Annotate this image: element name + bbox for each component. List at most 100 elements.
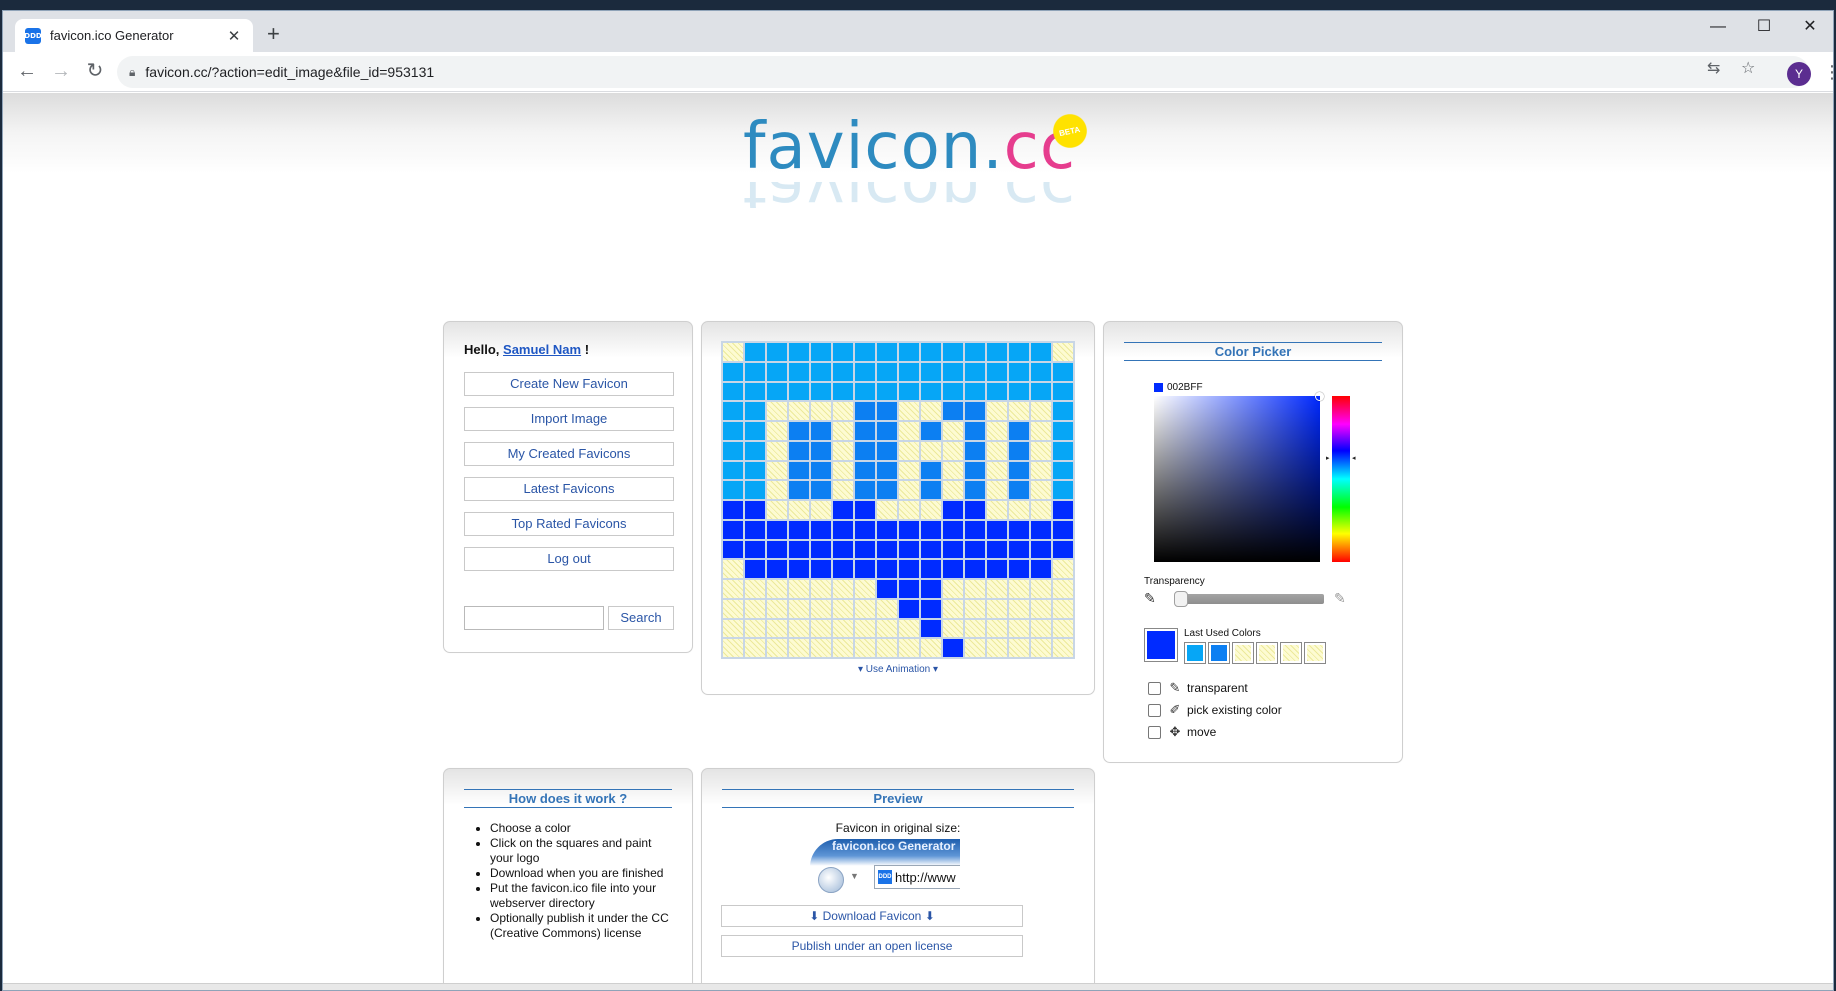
pixel-cell[interactable] — [833, 580, 853, 598]
pixel-cell[interactable] — [921, 639, 941, 657]
pixel-cell[interactable] — [899, 599, 919, 618]
pixel-cell[interactable] — [1053, 362, 1073, 381]
pixel-cell[interactable] — [855, 619, 875, 638]
pixel-cell[interactable] — [789, 343, 809, 361]
pixel-cell[interactable] — [965, 560, 985, 578]
pixel-cell[interactable] — [745, 599, 765, 618]
pixel-cell[interactable] — [767, 520, 787, 539]
pixel-cell[interactable] — [1053, 520, 1073, 539]
move-checkbox[interactable] — [1148, 725, 1161, 739]
pixel-cell[interactable] — [833, 422, 853, 440]
pixel-cell[interactable] — [723, 382, 743, 401]
pixel-cell[interactable] — [921, 461, 941, 480]
pixel-cell[interactable] — [811, 540, 831, 559]
pixel-cell[interactable] — [723, 580, 743, 598]
pixel-cell[interactable] — [1009, 619, 1029, 638]
user-name-link[interactable]: Samuel Nam — [503, 342, 581, 357]
pixel-cell[interactable] — [811, 520, 831, 539]
pixel-cell[interactable] — [1031, 599, 1051, 618]
pixel-cell[interactable] — [745, 481, 765, 499]
pixel-cell[interactable] — [745, 580, 765, 598]
pixel-cell[interactable] — [855, 362, 875, 381]
pixel-cell[interactable] — [1053, 382, 1073, 401]
pixel-cell[interactable] — [899, 382, 919, 401]
pixel-cell[interactable] — [943, 580, 963, 598]
pixel-cell[interactable] — [965, 461, 985, 480]
pixel-cell[interactable] — [877, 540, 897, 559]
pixel-cell[interactable] — [833, 520, 853, 539]
pixel-cell[interactable] — [833, 382, 853, 401]
pixel-cell[interactable] — [877, 619, 897, 638]
pixel-cell[interactable] — [723, 619, 743, 638]
pixel-cell[interactable] — [767, 560, 787, 578]
pixel-cell[interactable] — [1031, 362, 1051, 381]
pixel-cell[interactable] — [767, 343, 787, 361]
pixel-cell[interactable] — [921, 501, 941, 519]
last-used-color-6[interactable] — [1304, 642, 1326, 664]
pixel-cell[interactable] — [767, 580, 787, 598]
pixel-cell[interactable] — [1009, 560, 1029, 578]
pixel-cell[interactable] — [965, 422, 985, 440]
pixel-cell[interactable] — [877, 580, 897, 598]
pixel-cell[interactable] — [987, 382, 1007, 401]
pixel-cell[interactable] — [789, 619, 809, 638]
pixel-cell[interactable] — [767, 422, 787, 440]
pixel-cell[interactable] — [767, 481, 787, 499]
pixel-cell[interactable] — [1031, 619, 1051, 638]
pixel-cell[interactable] — [877, 481, 897, 499]
pixel-cell[interactable] — [855, 560, 875, 578]
hue-slider[interactable]: ▸ ◂ — [1326, 396, 1356, 562]
last-used-color-4[interactable] — [1256, 642, 1278, 664]
reload-icon[interactable]: ↻ — [83, 60, 107, 82]
pixel-cell[interactable] — [1009, 382, 1029, 401]
pixel-cell[interactable] — [899, 402, 919, 420]
pixel-cell[interactable] — [987, 599, 1007, 618]
pixel-cell[interactable] — [767, 619, 787, 638]
pixel-cell[interactable] — [943, 461, 963, 480]
pixel-cell[interactable] — [965, 580, 985, 598]
pixel-cell[interactable] — [987, 343, 1007, 361]
last-used-color-5[interactable] — [1280, 642, 1302, 664]
pixel-cell[interactable] — [789, 402, 809, 420]
pixel-cell[interactable] — [921, 481, 941, 499]
pixel-cell[interactable] — [789, 422, 809, 440]
option-move[interactable]: ✥ move — [1148, 724, 1216, 740]
transparent-checkbox[interactable] — [1148, 681, 1161, 695]
pixel-cell[interactable] — [899, 461, 919, 480]
pixel-cell[interactable] — [855, 501, 875, 519]
pixel-cell[interactable] — [1009, 422, 1029, 440]
pixel-cell[interactable] — [1009, 501, 1029, 519]
pixel-cell[interactable] — [1031, 402, 1051, 420]
pixel-cell[interactable] — [745, 501, 765, 519]
pixel-cell[interactable] — [1053, 560, 1073, 578]
pixel-cell[interactable] — [745, 560, 765, 578]
pixel-cell[interactable] — [877, 402, 897, 420]
menu-icon[interactable]: ⋮ — [1823, 62, 1833, 83]
pixel-cell[interactable] — [811, 362, 831, 381]
pixel-cell[interactable] — [877, 461, 897, 480]
pixel-cell[interactable] — [877, 422, 897, 440]
pixel-cell[interactable] — [811, 619, 831, 638]
pixel-cell[interactable] — [855, 580, 875, 598]
pixel-cell[interactable] — [921, 599, 941, 618]
pixel-cell[interactable] — [811, 402, 831, 420]
pixel-cell[interactable] — [877, 343, 897, 361]
pixel-cell[interactable] — [811, 501, 831, 519]
pixel-cell[interactable] — [943, 560, 963, 578]
pixel-cell[interactable] — [855, 520, 875, 539]
pixel-cell[interactable] — [789, 501, 809, 519]
minimize-icon[interactable]: — — [1695, 15, 1741, 39]
pixel-cell[interactable] — [745, 540, 765, 559]
saturation-value-box[interactable] — [1154, 392, 1324, 562]
pixel-cell[interactable] — [745, 520, 765, 539]
pixel-cell[interactable] — [723, 481, 743, 499]
pixel-cell[interactable] — [1009, 362, 1029, 381]
pixel-cell[interactable] — [943, 382, 963, 401]
pixel-cell[interactable] — [745, 461, 765, 480]
pixel-cell[interactable] — [1031, 580, 1051, 598]
pixel-cell[interactable] — [899, 619, 919, 638]
pixel-cell[interactable] — [921, 619, 941, 638]
pixel-cell[interactable] — [921, 362, 941, 381]
pixel-cell[interactable] — [1009, 580, 1029, 598]
pixel-cell[interactable] — [1031, 422, 1051, 440]
